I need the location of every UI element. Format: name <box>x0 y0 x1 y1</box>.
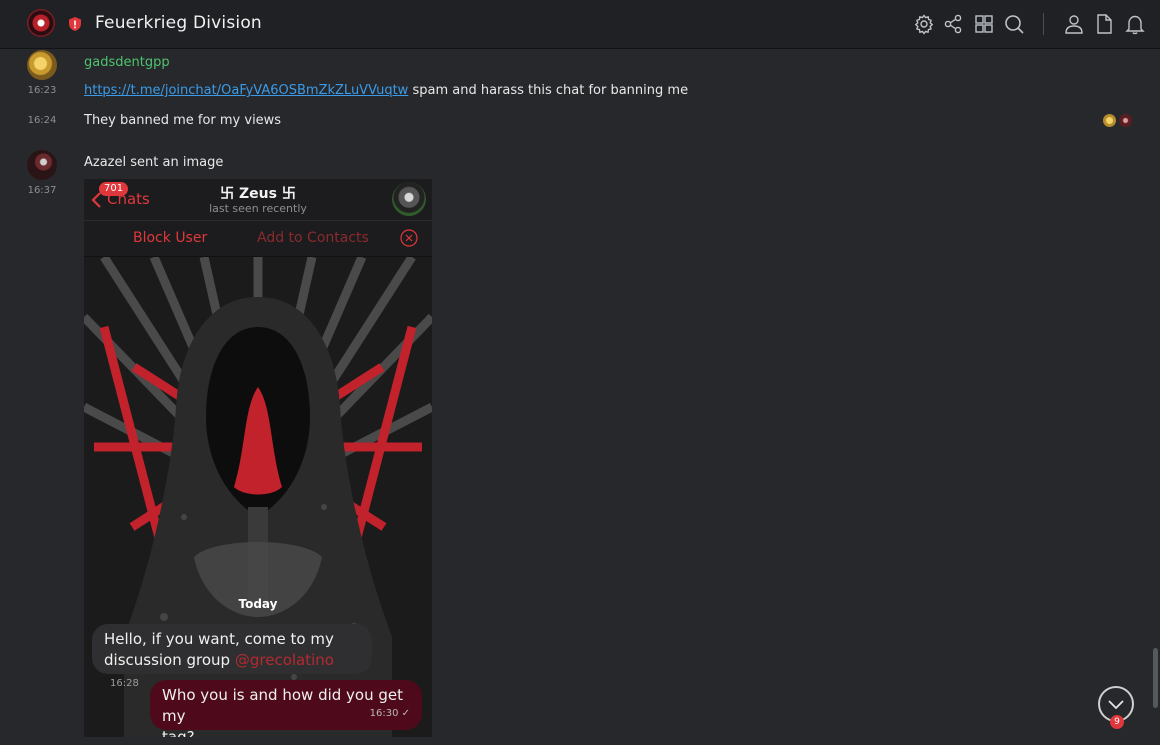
check-icon: ✓ <box>398 708 410 719</box>
bubble-text: Hello, if you want, come to my <box>104 630 334 648</box>
scrollbar-thumb[interactable] <box>1153 648 1158 708</box>
search-icon[interactable] <box>1003 13 1025 35</box>
grid-icon[interactable] <box>973 13 995 35</box>
contact-avatar <box>392 182 426 216</box>
bubble-text-line2: tag? 16:30 ✓ <box>162 708 410 737</box>
timestamp: 16:23 <box>27 85 57 96</box>
shield-alert-icon <box>67 16 83 32</box>
server-title: Feuerkrieg Division <box>95 13 262 33</box>
bubble-time: 16:30 ✓ <box>369 708 410 719</box>
file-icon[interactable] <box>1093 13 1115 35</box>
hooded-figure-artwork: Today Hello, if you want, come to my dis… <box>84 257 432 737</box>
server-avatar[interactable] <box>27 9 55 37</box>
timestamp: 16:37 <box>27 185 57 196</box>
invite-link[interactable]: https://t.me/joinchat/OaFyVA6OSBmZkZLuVV… <box>84 83 408 98</box>
bubble-text: tag? <box>162 728 195 737</box>
contact-status: last seen recently <box>209 202 307 215</box>
mention: @grecolatino <box>234 651 334 669</box>
message-body: spam and harass this chat for banning me <box>412 83 689 98</box>
incoming-bubble: Hello, if you want, come to my discussio… <box>92 624 372 689</box>
close-circle-icon <box>400 229 418 251</box>
avatar[interactable] <box>27 50 57 80</box>
date-separator: Today <box>238 597 278 611</box>
message-text: They banned me for my views <box>84 113 282 128</box>
outgoing-bubble: Who you is and how did you get my tag? 1… <box>150 680 422 737</box>
add-contact-label: Add to Contacts <box>257 230 369 246</box>
image-phone-header: Chats 701 卐 Zeus 卐 last seen recently <box>84 179 432 221</box>
block-user-label: Block User <box>133 230 208 246</box>
timestamp: 16:24 <box>27 115 57 126</box>
user-icon[interactable] <box>1063 13 1085 35</box>
attached-image[interactable]: Chats 701 卐 Zeus 卐 last seen recently Bl… <box>84 179 432 737</box>
bubble-time: 16:28 <box>110 678 139 689</box>
header-divider <box>1043 13 1044 35</box>
read-receipt-avatar <box>1119 114 1132 127</box>
contact-name: 卐 Zeus 卐 <box>220 186 296 202</box>
message-text: Azazel sent an image <box>84 155 224 170</box>
bubble-text: discussion group <box>104 651 231 669</box>
settings-icon[interactable] <box>913 13 935 35</box>
bell-icon[interactable] <box>1124 13 1146 35</box>
message-list: gadsdentgpp 16:23 https://t.me/joinchat/… <box>0 50 1160 745</box>
share-icon[interactable] <box>942 13 964 35</box>
top-bar: Feuerkrieg Division <box>0 0 1160 49</box>
unread-count-badge: 9 <box>1110 715 1124 729</box>
image-action-bar: Block User Add to Contacts <box>84 221 432 256</box>
username[interactable]: gadsdentgpp <box>84 55 170 70</box>
message-text: https://t.me/joinchat/OaFyVA6OSBmZkZLuVV… <box>84 83 688 98</box>
avatar[interactable] <box>27 150 57 180</box>
read-receipt-avatar <box>1103 114 1116 127</box>
